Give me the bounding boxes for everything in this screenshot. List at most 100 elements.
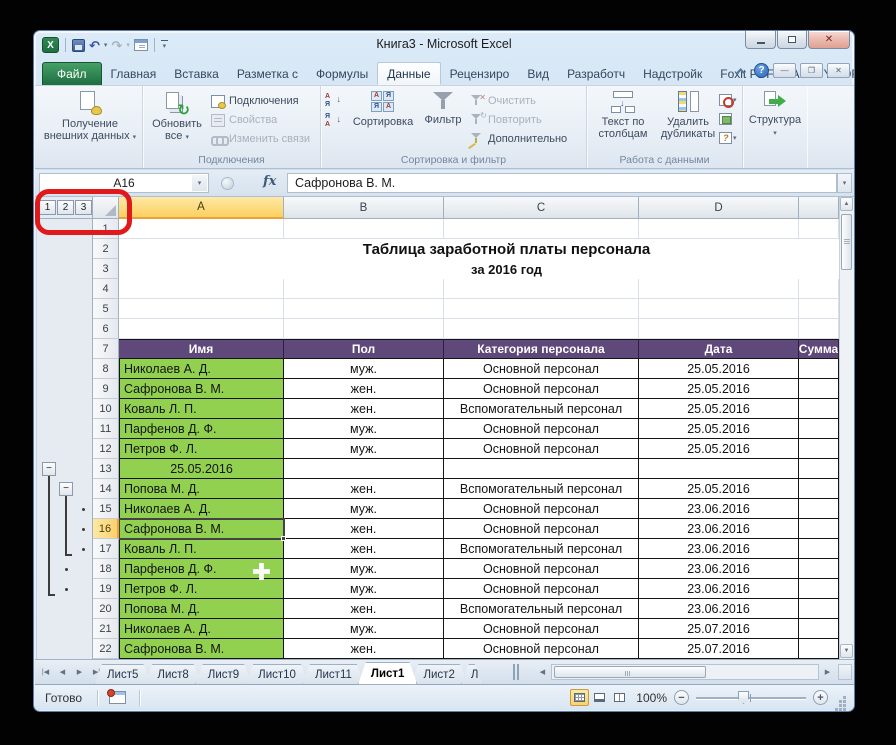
- cell-E13[interactable]: [799, 459, 839, 479]
- cell-E14[interactable]: [799, 479, 839, 499]
- row-header-17[interactable]: 17: [93, 539, 119, 559]
- cell-B1[interactable]: [284, 219, 444, 239]
- cell-B4[interactable]: [284, 279, 444, 299]
- window-resize-grip[interactable]: [835, 692, 847, 704]
- get-external-data-button[interactable]: Получение внешних данных ▾: [42, 91, 138, 144]
- cell-D8[interactable]: 25.05.2016: [639, 359, 799, 379]
- sheet-tab-Лист8[interactable]: Лист8: [144, 664, 201, 685]
- cell-D21[interactable]: 25.07.2016: [639, 619, 799, 639]
- fill-handle[interactable]: [281, 536, 286, 541]
- tab-Главная[interactable]: Главная: [102, 63, 166, 85]
- cell-D10[interactable]: 25.05.2016: [639, 399, 799, 419]
- row-header-7[interactable]: 7: [93, 339, 119, 359]
- next-sheet-icon[interactable]: ▶: [72, 664, 87, 680]
- cell-B17[interactable]: жен.: [284, 539, 444, 559]
- column-header-A[interactable]: A: [119, 197, 284, 219]
- undo-icon[interactable]: ↶: [89, 39, 100, 52]
- insert-function-icon[interactable]: fx: [263, 174, 276, 189]
- cell-A16[interactable]: Сафронова В. М.: [119, 519, 284, 539]
- workbook-minimize-button[interactable]: —: [773, 63, 796, 78]
- cell-C13[interactable]: [444, 459, 639, 479]
- cell-E5[interactable]: [799, 299, 839, 319]
- cell-D1[interactable]: [639, 219, 799, 239]
- consolidate-icon[interactable]: [719, 111, 741, 127]
- cell-B6[interactable]: [284, 319, 444, 339]
- row-header-11[interactable]: 11: [93, 419, 119, 439]
- cell-E15[interactable]: [799, 499, 839, 519]
- cell-D20[interactable]: 23.06.2016: [639, 599, 799, 619]
- cell-B16[interactable]: жен.: [284, 519, 444, 539]
- cell-C6[interactable]: [444, 319, 639, 339]
- cell-A13[interactable]: 25.05.2016: [119, 459, 284, 479]
- help-icon[interactable]: ?: [754, 63, 769, 78]
- row-header-8[interactable]: 8: [93, 359, 119, 379]
- cell-C14[interactable]: Вспомогательный персонал: [444, 479, 639, 499]
- cell-E12[interactable]: [799, 439, 839, 459]
- cell-B8[interactable]: муж.: [284, 359, 444, 379]
- ribbon-item-Дополнительно[interactable]: Дополнительно: [471, 131, 585, 147]
- name-box-dropdown-icon[interactable]: ▾: [192, 175, 207, 191]
- sheet-tab-Лист5[interactable]: Лист5: [94, 664, 151, 685]
- cell-C11[interactable]: Основной персонал: [444, 419, 639, 439]
- cell-D4[interactable]: [639, 279, 799, 299]
- cell-B14[interactable]: жен.: [284, 479, 444, 499]
- cell-C22[interactable]: Основной персонал: [444, 639, 639, 659]
- cell-C21[interactable]: Основной персонал: [444, 619, 639, 639]
- cell-C5[interactable]: [444, 299, 639, 319]
- refresh-all-button[interactable]: ↻ Обновить все ▾: [147, 91, 207, 144]
- row-header-15[interactable]: 15: [93, 499, 119, 519]
- cell-C19[interactable]: Основной персонал: [444, 579, 639, 599]
- row-header-2[interactable]: 2: [93, 239, 119, 259]
- row-header-4[interactable]: 4: [93, 279, 119, 299]
- row-header-6[interactable]: 6: [93, 319, 119, 339]
- tab-Надстройк[interactable]: Надстройк: [634, 63, 711, 85]
- cell-E22[interactable]: [799, 639, 839, 659]
- tab-Файл[interactable]: Файл: [42, 62, 102, 85]
- excel-logo-icon[interactable]: X: [42, 37, 59, 53]
- cell-E10[interactable]: [799, 399, 839, 419]
- row-header-16[interactable]: 16: [93, 519, 119, 539]
- cell-D15[interactable]: 23.06.2016: [639, 499, 799, 519]
- cell-A17[interactable]: Коваль Л. П.: [119, 539, 284, 559]
- cell-A5[interactable]: [119, 299, 284, 319]
- cell-D9[interactable]: 25.05.2016: [639, 379, 799, 399]
- workbook-restore-button[interactable]: ❐: [800, 63, 823, 78]
- page-layout-view-icon[interactable]: [590, 689, 609, 706]
- cell-A19[interactable]: Петров Ф. Л.: [119, 579, 284, 599]
- sheet-tab-Лист10[interactable]: Лист10: [245, 664, 309, 685]
- formula-input[interactable]: Сафронова В. М.: [287, 173, 837, 193]
- row-header-18[interactable]: 18: [93, 559, 119, 579]
- cell-E21[interactable]: [799, 619, 839, 639]
- name-box[interactable]: A16 ▾: [39, 173, 209, 193]
- sheet-tab-Л[interactable]: Л: [461, 664, 483, 685]
- first-sheet-icon[interactable]: |◀: [38, 664, 53, 680]
- cell-B19[interactable]: муж.: [284, 579, 444, 599]
- column-header-D[interactable]: D: [639, 197, 799, 219]
- cell-C16[interactable]: Основной персонал: [444, 519, 639, 539]
- cell-A11[interactable]: Парфенов Д. Ф.: [119, 419, 284, 439]
- cell-C9[interactable]: Основной персонал: [444, 379, 639, 399]
- text-to-columns-button[interactable]: ↓ Текст по столбцам: [589, 91, 657, 140]
- cell-B5[interactable]: [284, 299, 444, 319]
- expand-formula-bar-icon[interactable]: ▾: [837, 173, 852, 193]
- cell-B15[interactable]: муж.: [284, 499, 444, 519]
- cell-D22[interactable]: 25.07.2016: [639, 639, 799, 659]
- cell-B11[interactable]: муж.: [284, 419, 444, 439]
- cell-B12[interactable]: муж.: [284, 439, 444, 459]
- cell-E19[interactable]: [799, 579, 839, 599]
- row-header-9[interactable]: 9: [93, 379, 119, 399]
- tab-Формулы[interactable]: Формулы: [307, 63, 377, 85]
- cell-A6[interactable]: [119, 319, 284, 339]
- cell-A10[interactable]: Коваль Л. П.: [119, 399, 284, 419]
- tab-Вставка[interactable]: Вставка: [165, 63, 228, 85]
- cell-E9[interactable]: [799, 379, 839, 399]
- vertical-scroll-thumb[interactable]: [841, 214, 852, 270]
- workbook-close-button[interactable]: ✕: [827, 63, 850, 78]
- cell-C17[interactable]: Вспомогательный персонал: [444, 539, 639, 559]
- save-icon[interactable]: [72, 39, 85, 52]
- cell-D12[interactable]: 25.05.2016: [639, 439, 799, 459]
- cell-A4[interactable]: [119, 279, 284, 299]
- row-header-21[interactable]: 21: [93, 619, 119, 639]
- structure-button[interactable]: Структура▾: [747, 91, 803, 140]
- normal-view-icon[interactable]: [570, 689, 589, 706]
